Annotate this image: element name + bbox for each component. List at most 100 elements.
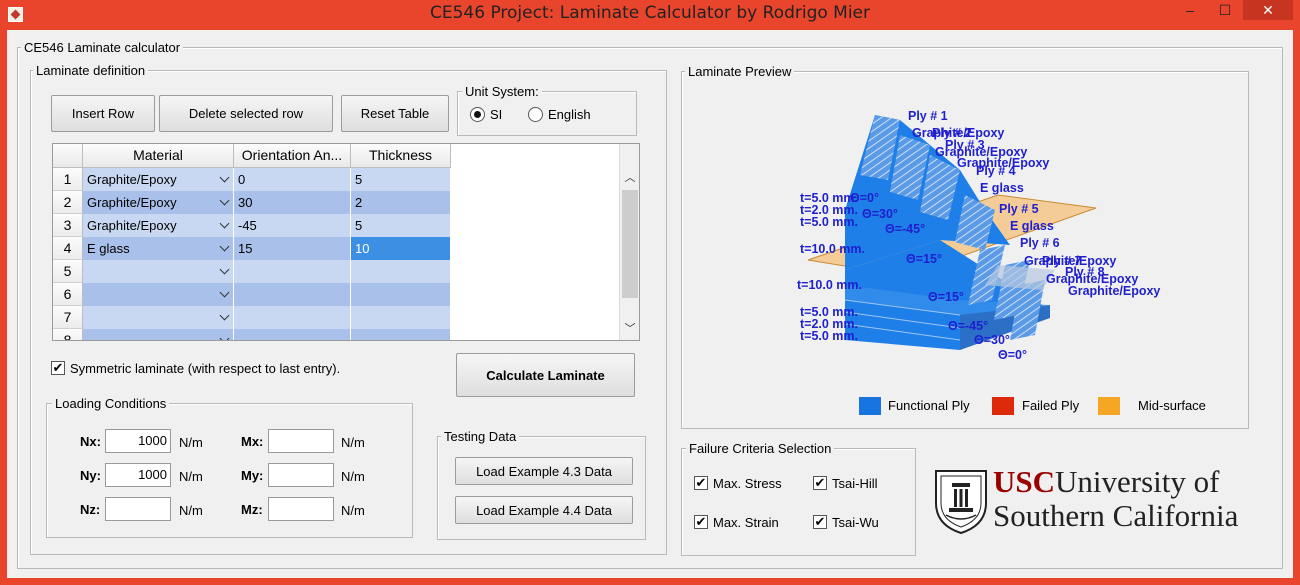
material-cell[interactable] xyxy=(83,306,234,329)
row-header[interactable]: 5 xyxy=(53,260,83,283)
si-label: SI xyxy=(490,107,503,122)
max-stress-checkbox[interactable]: ✔ xyxy=(694,476,708,490)
theta-label: Θ=15° xyxy=(928,290,964,304)
thickness-cell[interactable]: 5 xyxy=(351,168,451,191)
usc-line1: University of xyxy=(1055,464,1220,499)
mid-surface-swatch xyxy=(1098,397,1120,415)
row-header[interactable]: 1 xyxy=(53,168,83,191)
mz-input[interactable] xyxy=(268,497,334,521)
vertical-scrollbar[interactable]: ︿ ﹀ xyxy=(619,144,639,340)
chevron-down-icon[interactable] xyxy=(219,264,230,275)
chevron-down-icon[interactable] xyxy=(219,333,230,340)
failed-ply-swatch xyxy=(992,397,1014,415)
row-header[interactable]: 8 xyxy=(53,329,83,340)
english-radio[interactable] xyxy=(528,107,543,122)
mx-label: Mx: xyxy=(241,434,264,449)
material-value: Graphite/Epoxy xyxy=(87,172,177,187)
tsai-hill-checkbox[interactable]: ✔ xyxy=(813,476,827,490)
orientation-cell[interactable] xyxy=(234,283,351,306)
laminate-preview-title: Laminate Preview xyxy=(685,64,795,79)
scroll-down-icon[interactable]: ﹀ xyxy=(620,319,639,339)
material-cell[interactable] xyxy=(83,329,234,340)
e-glass-label: E glass xyxy=(980,181,1024,195)
theta-label: Θ=30° xyxy=(862,207,898,221)
load-example-4-3-button[interactable]: Load Example 4.3 Data xyxy=(455,457,633,485)
mid-surface-label: Mid-surface xyxy=(1138,398,1206,413)
scroll-up-icon[interactable]: ︿ xyxy=(620,168,639,188)
usc-line2: Southern California xyxy=(993,498,1239,533)
chevron-down-icon[interactable] xyxy=(219,310,230,321)
laminate-table[interactable]: Material Orientation An... Thickness 1 G… xyxy=(52,143,640,341)
row-header[interactable]: 7 xyxy=(53,306,83,329)
close-button[interactable]: ✕ xyxy=(1243,0,1293,20)
orientation-cell[interactable]: 0 xyxy=(234,168,351,191)
row-header[interactable]: 2 xyxy=(53,191,83,214)
thickness-cell[interactable]: 2 xyxy=(351,191,451,214)
material-cell[interactable]: Graphite/Epoxy xyxy=(83,214,234,237)
tsai-hill-label: Tsai-Hill xyxy=(832,476,878,491)
laminate-definition-title: Laminate definition xyxy=(33,63,149,78)
orientation-cell[interactable]: 30 xyxy=(234,191,351,214)
thickness-cell[interactable] xyxy=(351,260,451,283)
chevron-down-icon[interactable] xyxy=(219,241,230,252)
functional-ply-swatch xyxy=(859,397,881,415)
insert-row-button[interactable]: Insert Row xyxy=(51,95,155,132)
tsai-wu-checkbox[interactable]: ✔ xyxy=(813,515,827,529)
scrollbar-thumb[interactable] xyxy=(622,190,638,298)
orientation-cell[interactable] xyxy=(234,329,351,340)
ny-input[interactable]: 1000 xyxy=(105,463,171,487)
calculate-laminate-button[interactable]: Calculate Laminate xyxy=(456,353,635,397)
symmetric-checkbox[interactable]: ✔ xyxy=(51,361,65,375)
thickness-cell[interactable] xyxy=(351,329,451,340)
row-header[interactable]: 4 xyxy=(53,237,83,260)
material-cell[interactable]: Graphite/Epoxy xyxy=(83,168,234,191)
testing-data-title: Testing Data xyxy=(441,429,520,444)
table-body: 1 Graphite/Epoxy 0 5 2 Graphite/Epoxy 30… xyxy=(53,168,451,340)
si-radio[interactable] xyxy=(470,107,485,122)
tsai-wu-label: Tsai-Wu xyxy=(832,515,879,530)
nx-input[interactable]: 1000 xyxy=(105,429,171,453)
material-value: Graphite/Epoxy xyxy=(87,195,177,210)
material-cell[interactable] xyxy=(83,283,234,306)
mz-unit: N/m xyxy=(341,503,365,518)
theta-label: Θ=0° xyxy=(850,191,879,205)
orientation-cell[interactable] xyxy=(234,306,351,329)
thickness-cell-selected[interactable]: 10 xyxy=(351,237,451,260)
theta-label: Θ=0° xyxy=(998,348,1027,362)
thickness-cell[interactable] xyxy=(351,306,451,329)
thickness-cell[interactable]: 5 xyxy=(351,214,451,237)
maximize-button[interactable]: ☐ xyxy=(1205,0,1245,20)
material-cell[interactable] xyxy=(83,260,234,283)
orientation-cell[interactable]: 15 xyxy=(234,237,351,260)
max-strain-checkbox[interactable]: ✔ xyxy=(694,515,708,529)
my-input[interactable] xyxy=(268,463,334,487)
material-value: Graphite/Epoxy xyxy=(87,218,177,233)
mx-input[interactable] xyxy=(268,429,334,453)
usc-seal-logo xyxy=(935,470,987,535)
chevron-down-icon[interactable] xyxy=(219,172,230,183)
column-header-thickness[interactable]: Thickness xyxy=(351,144,451,168)
minimize-button[interactable]: – xyxy=(1170,0,1210,20)
material-cell[interactable]: Graphite/Epoxy xyxy=(83,191,234,214)
chevron-down-icon[interactable] xyxy=(219,195,230,206)
delete-selected-row-button[interactable]: Delete selected row xyxy=(159,95,333,132)
my-label: My: xyxy=(241,468,264,483)
orientation-cell[interactable] xyxy=(234,260,351,283)
load-example-4-4-button[interactable]: Load Example 4.4 Data xyxy=(455,496,633,524)
nz-input[interactable] xyxy=(105,497,171,521)
column-header-orientation[interactable]: Orientation An... xyxy=(234,144,351,168)
reset-table-button[interactable]: Reset Table xyxy=(341,95,449,132)
failed-ply-label: Failed Ply xyxy=(1022,398,1080,413)
chevron-down-icon[interactable] xyxy=(219,287,230,298)
failure-criteria-group xyxy=(681,448,916,556)
orientation-cell[interactable]: -45 xyxy=(234,214,351,237)
row-header[interactable]: 3 xyxy=(53,214,83,237)
loading-conditions-title: Loading Conditions xyxy=(52,396,170,411)
failure-criteria-title: Failure Criteria Selection xyxy=(686,441,835,456)
material-cell[interactable]: E glass xyxy=(83,237,234,260)
chevron-down-icon[interactable] xyxy=(219,218,230,229)
column-header-material[interactable]: Material xyxy=(83,144,234,168)
thickness-cell[interactable] xyxy=(351,283,451,306)
e-glass-label: E glass xyxy=(1010,219,1054,233)
row-header[interactable]: 6 xyxy=(53,283,83,306)
